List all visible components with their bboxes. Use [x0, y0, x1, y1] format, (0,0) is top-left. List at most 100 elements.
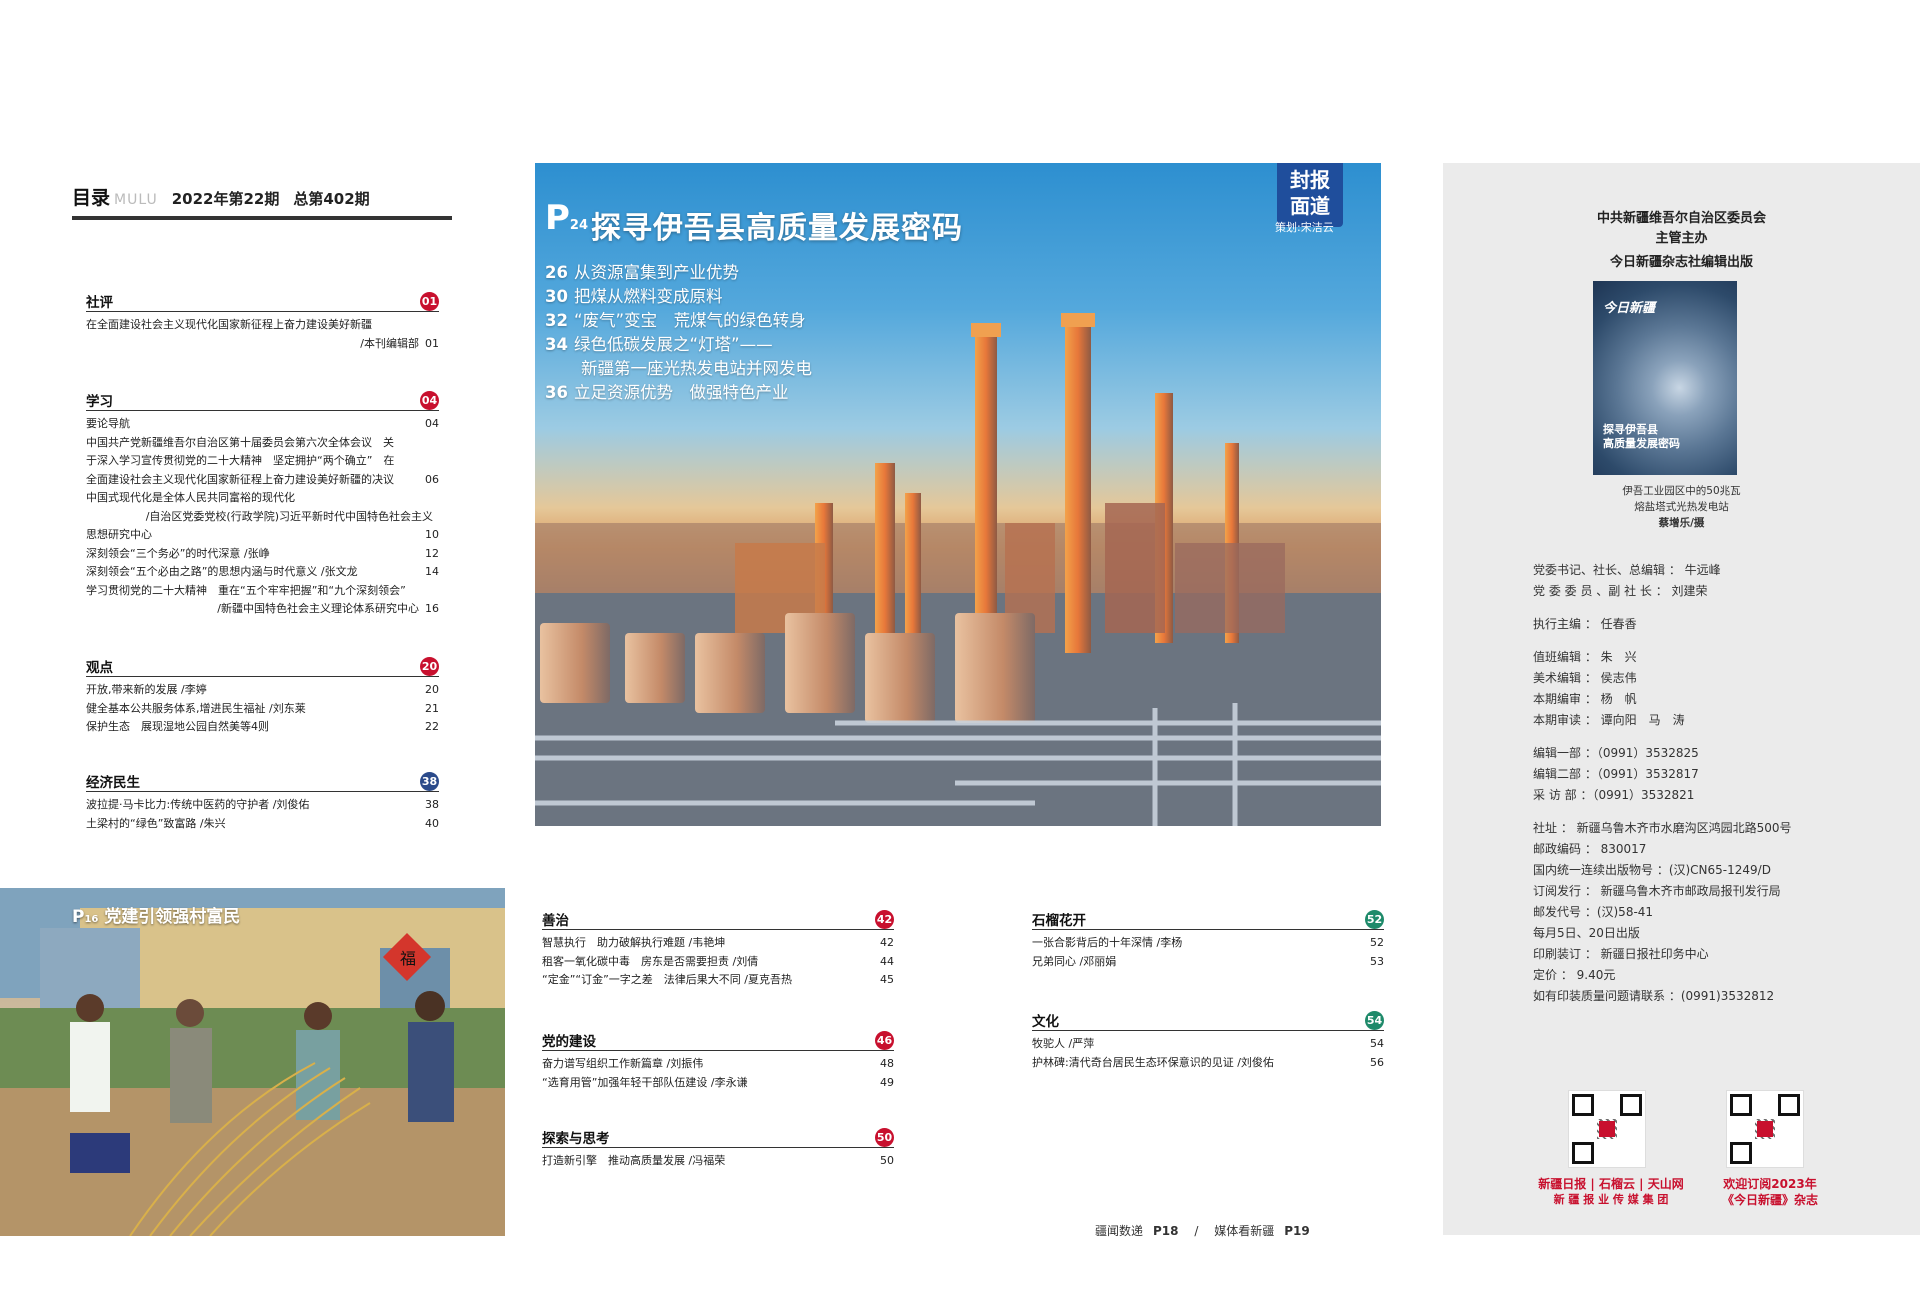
cover-line-title: 从资源富集到产业优势	[573, 263, 739, 282]
cover-story-line[interactable]: 30 把煤从燃料变成原料	[545, 285, 722, 309]
section-page-badge[interactable]: 50	[875, 1127, 894, 1147]
section-name: 观点	[86, 660, 113, 676]
toc-entry[interactable]: 深刻领会“五个必由之路”的思想内涵与时代意义 /张文龙 14	[86, 563, 439, 582]
section-xuexi: 学习 04 要论导航 04 中国共产党新疆维吾尔自治区第十届委员会第六次全体会议 关于深…	[86, 390, 439, 619]
toc-entry-page: 14	[425, 565, 439, 578]
toc-entry-title: 于深入学习宣传贯彻党的二十大精神 坚定拥护“两个确立” 在	[86, 454, 395, 467]
toc-entry[interactable]: 深刻领会“三个务必”的时代深意 /张峥 12	[86, 545, 439, 564]
toc-entry[interactable]: 全面建设社会主义现代化国家新征程上奋力建设美好新疆的决议 06	[86, 471, 439, 490]
cover-story-line[interactable]: 26 从资源富集到产业优势	[545, 261, 739, 285]
section-page-badge[interactable]: 38	[420, 771, 439, 791]
footer-page-a: P18	[1153, 1224, 1179, 1238]
toc-entry[interactable]: 要论导航 04	[86, 415, 439, 434]
staff-line: 如有印装质量问题请联系 ：(0991)3532812	[1533, 989, 1775, 1003]
cover-story-line[interactable]: 36 立足资源优势 做强特色产业	[545, 381, 788, 405]
qr-code-left[interactable]	[1568, 1090, 1646, 1168]
toc-entry[interactable]: /新疆中国特色社会主义理论体系研究中心 16	[86, 600, 439, 619]
section-shepin: 社评 01 在全面建设社会主义现代化国家新征程上奋力建设美好新疆/本刊编辑部 01	[86, 291, 439, 353]
toc-entry[interactable]: 学习贯彻党的二十大精神 重在“五个牢牢把握”和“九个深刻领会”	[86, 582, 439, 601]
staff-line: 编辑一部 ：（0991）3532825	[1533, 746, 1699, 760]
brand-xinjiang-daily: 新疆日报 | 石榴云 | 天山网新 疆 报 业 传 媒 集 团	[1538, 1177, 1684, 1206]
toc-entry[interactable]: “定金”“订金”一字之差 法律后果大不同 /夏克吾热 45	[542, 971, 894, 990]
toc-entry[interactable]: 打造新引擎 推动高质量发展 /冯福荣 50	[542, 1152, 894, 1171]
cover-caption-1: 伊吾工业园区中的50兆瓦	[1622, 485, 1741, 497]
toc-entry[interactable]: 保护生态 展现湿地公园自然美等4则 22	[86, 718, 439, 737]
cover-line-title: 绿色低碳发展之“灯塔”——	[573, 335, 773, 354]
cover-story-line[interactable]: 32 “废气”变宝 荒煤气的绿色转身	[545, 309, 806, 333]
toc-entry[interactable]: 在全面建设社会主义现代化国家新征程上奋力建设美好新疆	[86, 316, 439, 335]
toc-entry-page: 22	[425, 720, 439, 733]
toc-entry[interactable]: 土梁村的“绿色”致富路 /朱兴 40	[86, 815, 439, 834]
section-page-badge[interactable]: 01	[420, 291, 439, 311]
toc-entry[interactable]: /自治区党委党校(行政学院)习近平新时代中国特色社会主义	[86, 508, 439, 527]
toc-entry-title: 全面建设社会主义现代化国家新征程上奋力建设美好新疆的决议	[86, 472, 394, 486]
cover-tag: 封报 面道	[1277, 163, 1343, 227]
toc-entry[interactable]: 护林碑:清代奇台居民生态环保意识的见证 /刘俊佑 56	[1032, 1054, 1384, 1073]
section-page-badge[interactable]: 42	[875, 909, 894, 929]
staff-line: 社址 ： 新疆乌鲁木齐市水磨沟区鸿园北路500号	[1533, 821, 1792, 835]
staff-line: 国内统一连续出版物号 ：(汉)CN65-1249/D	[1533, 863, 1771, 877]
toc-entry-title: 开放,带来新的发展 /李婷	[86, 683, 207, 696]
section-tansuo: 探索与思考 50 打造新引擎 推动高质量发展 /冯福荣 50	[542, 1127, 894, 1171]
cover-story-line[interactable]: 新疆第一座光热发电站并网发电	[575, 357, 812, 381]
toc-entry[interactable]: 中国共产党新疆维吾尔自治区第十届委员会第六次全体会议 关	[86, 434, 439, 453]
toc-entry-title: /自治区党委党校(行政学院)习近平新时代中国特色社会主义	[145, 509, 433, 523]
subscribe-notice: 欢迎订阅2023年 《今日新疆》杂志	[1721, 1177, 1818, 1207]
toc-entry-page: 54	[1370, 1037, 1384, 1050]
toc-entry-page: 53	[1370, 954, 1384, 968]
cover-planner: 策划:宋洁云	[1275, 221, 1334, 234]
thumb-headline: 探寻伊吾县 高质量发展密码	[1603, 423, 1680, 450]
toc-entry[interactable]: 兄弟同心 /邓丽娟 53	[1032, 953, 1384, 972]
toc-entry[interactable]: 波拉提·马卡比力:传统中医药的守护者 /刘俊佑 38	[86, 796, 439, 815]
cover-thumbnail[interactable]: 今日新疆 探寻伊吾县 高质量发展密码	[1593, 281, 1737, 475]
toc-entry-page: 04	[425, 417, 439, 430]
section-page-badge[interactable]: 04	[420, 390, 439, 410]
cover-page-number: P24	[545, 198, 589, 238]
toc-entry-title: 在全面建设社会主义现代化国家新征程上奋力建设美好新疆	[86, 318, 372, 331]
staff-line: 编辑二部 ：（0991）3532817	[1533, 767, 1699, 781]
toc-entry[interactable]: 中国式现代化是全体人民共同富裕的现代化	[86, 489, 439, 508]
publisher-line-3: 今日新疆杂志社编辑出版	[1609, 255, 1753, 270]
cover-story-image[interactable]: P24 探寻伊吾县高质量发展密码 封报 面道 策划:宋洁云 26 从资源富集到产业优…	[535, 163, 1381, 826]
section-header: 学习 04	[86, 390, 439, 411]
section-page-badge[interactable]: 20	[420, 656, 439, 676]
cover-title: 探寻伊吾县高质量发展密码	[591, 211, 963, 246]
toc-entry-page: 38	[425, 798, 439, 811]
footer-pages: 疆闻数递 P18 / 媒体看新疆 P19	[1095, 1222, 1310, 1239]
thumb-masthead: 今日新疆	[1603, 301, 1656, 316]
section-name: 善治	[542, 913, 569, 929]
toc-entry[interactable]: 智慧执行 助力破解执行难题 /韦艳坤 42	[542, 934, 894, 953]
photo-story-image[interactable]: 福 P16 党建引领强村富民	[0, 888, 505, 1236]
toc-entry-page: 48	[880, 1057, 894, 1070]
toc-entry[interactable]: /本刊编辑部 01	[86, 335, 439, 354]
qr-code-right[interactable]	[1726, 1090, 1804, 1168]
section-name: 学习	[86, 394, 113, 410]
toc-entry[interactable]: 健全基本公共服务体系,增进民生福祉 /刘东莱 21	[86, 700, 439, 719]
toc-entry-title: 要论导航	[86, 417, 130, 430]
section-page-badge[interactable]: 54	[1365, 1010, 1384, 1030]
section-name: 社评	[86, 295, 113, 311]
staff-line: 订阅发行 ： 新疆乌鲁木齐市邮政局报刊发行局	[1533, 884, 1781, 898]
toc-entry-page: 42	[880, 936, 894, 949]
toc-entry[interactable]: 于深入学习宣传贯彻党的二十大精神 坚定拥护“两个确立” 在	[86, 452, 439, 471]
section-header: 探索与思考 50	[542, 1127, 894, 1148]
staff-line: 邮发代号 ：(汉)58-41	[1533, 905, 1654, 919]
toc-entry-page: 20	[425, 683, 439, 696]
toc-entry-title: 健全基本公共服务体系,增进民生福祉 /刘东莱	[86, 701, 306, 715]
toc-entry[interactable]: 思想研究中心 10	[86, 526, 439, 545]
section-page-badge[interactable]: 52	[1365, 909, 1384, 929]
staff-line: 执行主编 ： 任春香	[1533, 617, 1637, 631]
section-page-badge[interactable]: 46	[875, 1030, 894, 1050]
toc-entry[interactable]: 牧驼人 /严萍 54	[1032, 1035, 1384, 1054]
toc-entry-title: “定金”“订金”一字之差 法律后果大不同 /夏克吾热	[542, 973, 792, 986]
staff-line: 定价 ： 9.40元	[1533, 968, 1616, 982]
toc-entry[interactable]: 奋力谱写组织工作新篇章 /刘振伟 48	[542, 1055, 894, 1074]
cover-line-page: 26	[545, 263, 568, 282]
toc-entry[interactable]: 一张合影背后的十年深情 /李杨 52	[1032, 934, 1384, 953]
toc-entry[interactable]: “选育用管”加强年轻干部队伍建设 /李永谦 49	[542, 1074, 894, 1093]
header-rule	[72, 216, 452, 220]
toc-entry[interactable]: 开放,带来新的发展 /李婷 20	[86, 681, 439, 700]
toc-entry[interactable]: 租客一氧化碳中毒 房东是否需要担责 /刘倩 44	[542, 953, 894, 972]
cover-story-line[interactable]: 34 绿色低碳发展之“灯塔”——	[545, 333, 773, 357]
toc-entry-title: 深刻领会“三个务必”的时代深意 /张峥	[86, 546, 270, 560]
